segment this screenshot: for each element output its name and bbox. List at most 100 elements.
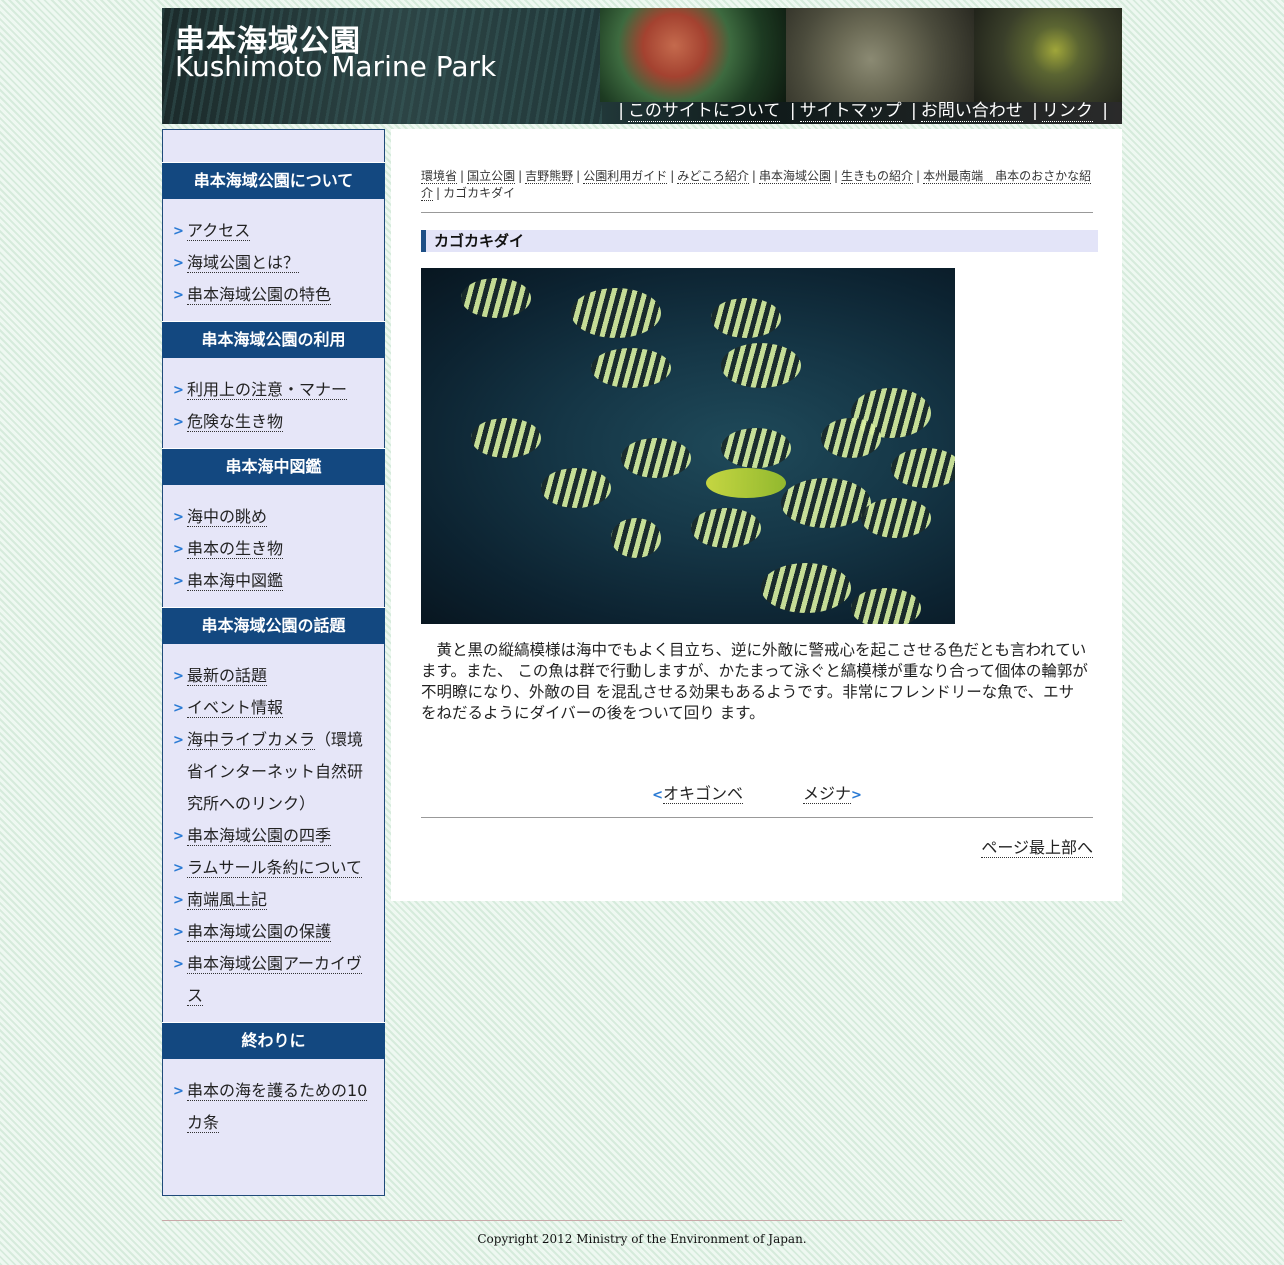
arrow-icon: > bbox=[173, 861, 184, 876]
sidebar-heading-topics: 串本海域公園の話題 bbox=[162, 607, 385, 644]
prev-link[interactable]: オキゴンベ bbox=[662, 784, 743, 804]
fish-description: 黄と黒の縦縞模様は海中でもよく目立ち、逆に外敵に警戒心を起こさせる色だとも言われ… bbox=[421, 641, 1088, 722]
nav-contact-link[interactable]: お問い合わせ bbox=[920, 101, 1023, 122]
page-title: カゴカキダイ bbox=[421, 230, 1098, 252]
arrow-icon: > bbox=[173, 701, 184, 716]
nav-sitemap-link[interactable]: サイトマップ bbox=[799, 101, 902, 122]
arrow-icon: > bbox=[173, 669, 184, 684]
header-photo-nudibranch bbox=[974, 8, 1122, 102]
sidebar-heading-usage: 串本海域公園の利用 bbox=[162, 321, 385, 358]
list-item: > 最新の話題 bbox=[173, 660, 372, 692]
sidebar-item-fudoki[interactable]: 南端風土記 bbox=[187, 890, 268, 910]
sidebar-item-protection[interactable]: 串本海域公園の保護 bbox=[187, 922, 332, 942]
top-nav: | このサイトについて | サイトマップ | お問い合わせ | リンク | bbox=[618, 101, 1108, 122]
arrow-icon: > bbox=[173, 542, 184, 557]
breadcrumb-creatures[interactable]: 生きもの紹介 bbox=[841, 169, 914, 184]
sidebar-item-latest[interactable]: 最新の話題 bbox=[187, 666, 268, 686]
sidebar: 串本海域公園について > アクセス > 海域公園とは？ > 串本海域公園の特色 串本海… bbox=[162, 129, 385, 1196]
fish-shape bbox=[571, 288, 661, 338]
sidebar-item-seasons[interactable]: 串本海域公園の四季 bbox=[187, 826, 332, 846]
sidebar-item-what-is[interactable]: 海域公園とは？ bbox=[187, 253, 300, 273]
sidebar-item-features[interactable]: 串本海域公園の特色 bbox=[187, 285, 332, 305]
nav-links-link[interactable]: リンク bbox=[1041, 101, 1093, 122]
list-item: > 串本海域公園の特色 bbox=[173, 279, 372, 311]
breadcrumb-guide[interactable]: 公園利用ガイド bbox=[583, 169, 668, 184]
fish-shape bbox=[611, 518, 661, 558]
arrow-icon: > bbox=[173, 574, 184, 589]
list-item: > 串本海域公園アーカイヴス bbox=[173, 948, 372, 1012]
fish-shape bbox=[541, 468, 611, 508]
fish-shape bbox=[706, 468, 786, 498]
nav-about-link[interactable]: このサイトについて bbox=[627, 101, 781, 122]
arrow-icon: > bbox=[173, 256, 184, 271]
arrow-icon: > bbox=[173, 383, 184, 398]
fish-shape bbox=[591, 348, 671, 388]
site-title-en[interactable]: Kushimoto Marine Park bbox=[175, 50, 496, 83]
arrow-icon: > bbox=[173, 415, 184, 430]
fish-shape bbox=[461, 278, 531, 318]
breadcrumb-national-park[interactable]: 国立公園 bbox=[467, 169, 516, 184]
fish-shape bbox=[861, 498, 931, 538]
footer-copyright: Copyright 2012 Ministry of the Environme… bbox=[477, 1232, 807, 1246]
sidebar-item-ramsar[interactable]: ラムサール条約について bbox=[187, 858, 363, 878]
footer-divider bbox=[162, 1220, 1122, 1221]
list-item: > 海中ライブカメラ（環境省インターネット自然研究所へのリンク） bbox=[173, 724, 372, 820]
breadcrumb-kushimoto[interactable]: 串本海域公園 bbox=[758, 169, 831, 184]
arrow-icon: > bbox=[173, 510, 184, 525]
sidebar-item-ten-rules[interactable]: 串本の海を護るための10カ条 bbox=[187, 1081, 368, 1133]
fish-shape bbox=[471, 418, 541, 458]
sidebar-item-archives[interactable]: 串本海域公園アーカイヴス bbox=[187, 954, 363, 1006]
sidebar-item-encyclopedia[interactable]: 串本海中図鑑 bbox=[187, 571, 284, 591]
sidebar-list-guide: > 海中の眺め > 串本の生き物 > 串本海中図鑑 bbox=[163, 485, 384, 607]
arrow-icon: > bbox=[173, 925, 184, 940]
sidebar-list-about: > アクセス > 海域公園とは？ > 串本海域公園の特色 bbox=[163, 199, 384, 321]
page-top-link[interactable]: ページ最上部へ bbox=[981, 838, 1093, 858]
fish-shape bbox=[691, 508, 761, 548]
list-item: > 串本の生き物 bbox=[173, 533, 372, 565]
sidebar-heading-ending: 終わりに bbox=[162, 1022, 385, 1059]
next-link[interactable]: メジナ bbox=[803, 784, 852, 804]
list-item: > 串本の海を護るための10カ条 bbox=[173, 1075, 372, 1139]
sidebar-item-manners[interactable]: 利用上の注意・マナー bbox=[187, 380, 348, 400]
breadcrumb-moe[interactable]: 環境省 bbox=[421, 169, 458, 184]
list-item: > 南端風土記 bbox=[173, 884, 372, 916]
sidebar-item-access[interactable]: アクセス bbox=[187, 221, 251, 241]
fish-shape bbox=[711, 298, 781, 338]
breadcrumb: 環境省 | 国立公園 | 吉野熊野 | 公園利用ガイド | みどころ紹介 | 串本海域公園 | 生きもの… bbox=[421, 169, 1092, 201]
sidebar-list-usage: > 利用上の注意・マナー > 危険な生き物 bbox=[163, 358, 384, 448]
fish-photo bbox=[421, 268, 955, 624]
arrow-icon: > bbox=[173, 829, 184, 844]
sidebar-item-creatures[interactable]: 串本の生き物 bbox=[187, 539, 284, 559]
header-photo-scorpionfish bbox=[786, 8, 974, 102]
site-header: 串本海域公園 Kushimoto Marine Park | このサイトについて … bbox=[162, 8, 1122, 124]
arrow-icon: > bbox=[173, 893, 184, 908]
pager: <オキゴンベ メジナ> bbox=[421, 780, 1093, 804]
sidebar-item-underwater-view[interactable]: 海中の眺め bbox=[187, 507, 268, 527]
fish-shape bbox=[761, 563, 851, 613]
breadcrumb-highlights[interactable]: みどころ紹介 bbox=[677, 169, 749, 184]
list-item: > 危険な生き物 bbox=[173, 406, 372, 438]
arrow-icon: > bbox=[173, 288, 184, 303]
list-item: > 海中の眺め bbox=[173, 501, 372, 533]
arrow-icon: > bbox=[173, 1084, 184, 1099]
fish-shape bbox=[781, 478, 871, 528]
divider bbox=[421, 817, 1093, 818]
sidebar-list-topics: > 最新の話題 > イベント情報 > 海中ライブカメラ（環境省インターネット自然研究所… bbox=[163, 644, 384, 1022]
fish-shape bbox=[891, 448, 955, 488]
breadcrumb-current: カゴカキダイ bbox=[443, 186, 516, 200]
header-photo-fish bbox=[600, 8, 786, 102]
list-item: > 利用上の注意・マナー bbox=[173, 374, 372, 406]
page-top: ページ最上部へ bbox=[981, 834, 1093, 858]
fish-shape bbox=[721, 428, 791, 468]
sidebar-item-events[interactable]: イベント情報 bbox=[187, 698, 284, 718]
fish-shape bbox=[621, 438, 691, 478]
list-item: > 串本海中図鑑 bbox=[173, 565, 372, 597]
list-item: > 串本海域公園の保護 bbox=[173, 916, 372, 948]
sidebar-item-dangerous[interactable]: 危険な生き物 bbox=[187, 412, 284, 432]
list-item: > 串本海域公園の四季 bbox=[173, 820, 372, 852]
fish-shape bbox=[821, 418, 881, 458]
sidebar-heading-guide: 串本海中図鑑 bbox=[162, 448, 385, 485]
sidebar-item-livecam[interactable]: 海中ライブカメラ bbox=[187, 730, 316, 750]
arrow-icon: > bbox=[173, 957, 184, 972]
breadcrumb-yoshino-kumano[interactable]: 吉野熊野 bbox=[525, 169, 574, 184]
